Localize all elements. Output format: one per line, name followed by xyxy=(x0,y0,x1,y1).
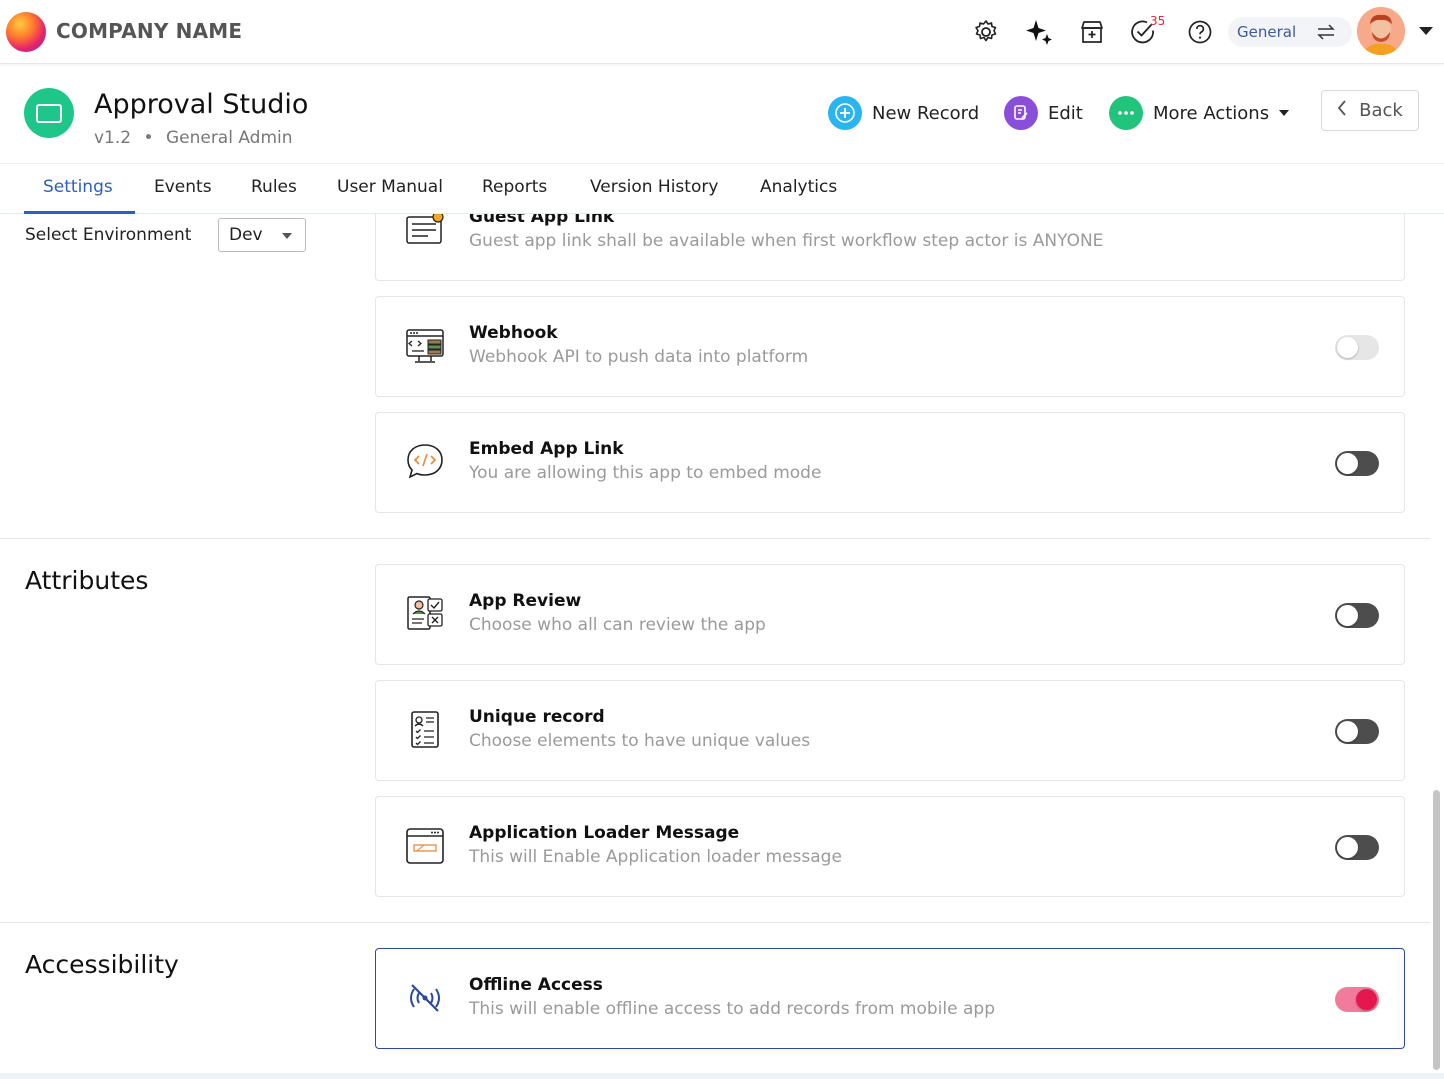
card-title: Application Loader Message xyxy=(469,823,740,843)
settings-gear-icon[interactable] xyxy=(971,17,1001,47)
new-record-button[interactable]: New Record xyxy=(828,96,979,130)
app-icon xyxy=(24,88,74,138)
setting-card-embed-app-link: Embed App Link You are allowing this app… xyxy=(375,412,1405,513)
plus-circle-icon xyxy=(828,96,862,130)
application-loader-toggle[interactable] xyxy=(1335,835,1379,860)
help-icon[interactable] xyxy=(1185,17,1215,47)
tab-bar: Settings Events Rules User Manual Report… xyxy=(0,164,1444,214)
card-description: Choose who all can review the app xyxy=(469,615,766,635)
offline-signal-icon xyxy=(404,977,446,1019)
tab-analytics[interactable]: Analytics xyxy=(760,177,837,213)
card-title: App Review xyxy=(469,591,582,611)
back-button[interactable]: Back xyxy=(1321,90,1419,131)
swap-icon xyxy=(1316,22,1336,46)
more-actions-button[interactable]: More Actions xyxy=(1109,96,1290,130)
section-title-accessibility: Accessibility xyxy=(25,950,179,979)
workspace-label: General xyxy=(1237,23,1297,41)
setting-card-offline-access: Offline Access This will enable offline … xyxy=(375,948,1405,1049)
unique-record-icon xyxy=(404,709,446,751)
section-divider xyxy=(0,538,1430,539)
account-menu-caret-icon[interactable] xyxy=(1419,27,1433,35)
tab-reports[interactable]: Reports xyxy=(482,177,547,213)
setting-card-application-loader-message: Application Loader Message This will Ena… xyxy=(375,796,1405,897)
more-actions-label: More Actions xyxy=(1153,102,1270,124)
setting-card-unique-record: Unique record Choose elements to have un… xyxy=(375,680,1405,781)
workspace-switcher[interactable]: General xyxy=(1228,17,1352,47)
edit-note-icon xyxy=(1004,96,1038,130)
notification-badge: 35 xyxy=(1150,14,1166,28)
company-name: COMPANY NAME xyxy=(56,19,243,43)
back-label: Back xyxy=(1359,100,1403,121)
card-description: This will enable offline access to add r… xyxy=(469,999,995,1019)
user-avatar[interactable] xyxy=(1357,7,1405,55)
unique-record-toggle[interactable] xyxy=(1335,719,1379,744)
card-title: Unique record xyxy=(469,707,605,727)
company-logo[interactable] xyxy=(6,12,46,52)
bottom-strip xyxy=(0,1073,1444,1079)
environment-value: Dev xyxy=(229,225,263,245)
new-record-label: New Record xyxy=(872,102,980,124)
app-role: General Admin xyxy=(165,128,293,148)
chevron-down-icon xyxy=(1279,110,1290,116)
chevron-down-icon xyxy=(282,233,292,239)
guest-link-icon xyxy=(404,214,446,251)
embed-code-icon xyxy=(404,441,446,483)
tab-events[interactable]: Events xyxy=(154,177,212,213)
section-divider xyxy=(0,922,1430,923)
webhook-icon xyxy=(404,325,446,367)
more-dots-icon xyxy=(1109,96,1143,130)
top-navbar: COMPANY NAME 35 General xyxy=(0,0,1444,64)
vertical-scrollbar[interactable] xyxy=(1433,790,1440,1070)
card-description: Webhook API to push data into platform xyxy=(469,347,809,367)
app-version: v1.2 xyxy=(94,128,132,148)
card-description: Guest app link shall be available when f… xyxy=(469,231,1104,251)
active-tab-indicator xyxy=(24,211,135,214)
card-description: This will Enable Application loader mess… xyxy=(469,847,842,867)
card-title: Webhook xyxy=(469,323,558,343)
card-title: Embed App Link xyxy=(469,439,624,459)
app-review-toggle[interactable] xyxy=(1335,603,1379,628)
card-title: Offline Access xyxy=(469,975,603,995)
edit-button[interactable]: Edit xyxy=(1004,96,1083,130)
embed-app-link-toggle[interactable] xyxy=(1335,451,1379,476)
settings-content: Select Environment Dev Guest App Link Gu… xyxy=(0,214,1430,1079)
loader-window-icon xyxy=(404,825,446,867)
tab-user-manual[interactable]: User Manual xyxy=(337,177,443,213)
app-subtitle: v1.2 • General Admin xyxy=(94,128,293,148)
app-header: Approval Studio v1.2 • General Admin New… xyxy=(0,64,1444,164)
environment-label: Select Environment xyxy=(25,225,192,245)
app-review-icon xyxy=(404,593,446,635)
ai-sparkle-icon[interactable] xyxy=(1024,17,1054,47)
environment-select[interactable]: Dev xyxy=(218,218,306,252)
app-title: Approval Studio xyxy=(94,89,309,120)
subtitle-separator: • xyxy=(143,128,154,148)
store-icon[interactable] xyxy=(1077,17,1107,47)
card-description: Choose elements to have unique values xyxy=(469,731,811,751)
tab-version-history[interactable]: Version History xyxy=(590,177,718,213)
tab-settings[interactable]: Settings xyxy=(43,177,113,213)
edit-label: Edit xyxy=(1048,102,1083,124)
offline-access-toggle[interactable] xyxy=(1335,987,1379,1012)
card-description: You are allowing this app to embed mode xyxy=(469,463,822,483)
setting-card-webhook: Webhook Webhook API to push data into pl… xyxy=(375,296,1405,397)
section-title-attributes: Attributes xyxy=(25,566,149,595)
setting-card-guest-app-link: Guest App Link Guest app link shall be a… xyxy=(375,214,1405,281)
chevron-left-icon xyxy=(1337,100,1347,121)
webhook-toggle[interactable] xyxy=(1335,335,1379,360)
tab-rules[interactable]: Rules xyxy=(251,177,297,213)
card-title: Guest App Link xyxy=(469,214,615,227)
setting-card-app-review: App Review Choose who all can review the… xyxy=(375,564,1405,665)
